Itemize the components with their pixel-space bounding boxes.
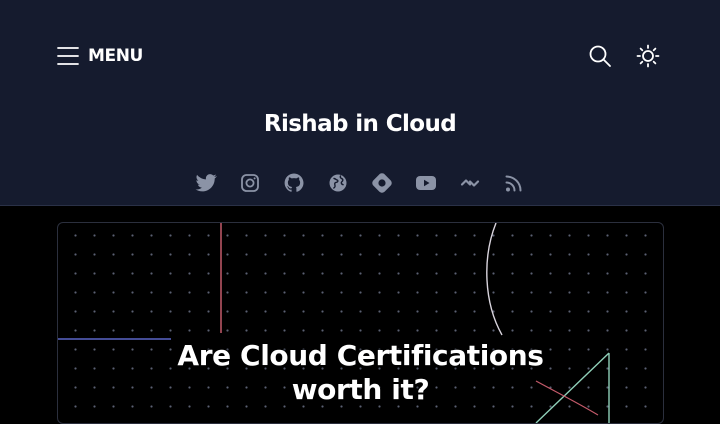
- post-title[interactable]: Are Cloud Certifications worth it?: [58, 339, 663, 407]
- post-title-line1: Are Cloud Certifications: [177, 339, 544, 372]
- twitter-icon: [194, 171, 218, 195]
- theme-toggle-button[interactable]: [636, 44, 660, 68]
- rss-icon: [502, 171, 526, 195]
- youtube-icon: [414, 171, 438, 195]
- website-link[interactable]: [326, 171, 350, 195]
- globe-icon: [326, 171, 350, 195]
- github-link[interactable]: [282, 171, 306, 195]
- social-links: [194, 171, 526, 195]
- site-header: MENU Rishab in Cloud: [0, 0, 720, 206]
- instagram-link[interactable]: [238, 171, 262, 195]
- search-button[interactable]: [588, 44, 612, 68]
- github-icon: [282, 171, 306, 195]
- rss-link[interactable]: [502, 171, 526, 195]
- instagram-icon: [238, 171, 262, 195]
- featured-post-card[interactable]: Are Cloud Certifications worth it?: [57, 222, 664, 424]
- post-title-line2: worth it?: [291, 373, 430, 406]
- hashnode-icon: [370, 171, 394, 195]
- twitter-link[interactable]: [194, 171, 218, 195]
- youtube-link[interactable]: [414, 171, 438, 195]
- hashnode-link[interactable]: [370, 171, 394, 195]
- hamburger-icon: [57, 46, 79, 66]
- dev-link-icon: [458, 171, 482, 195]
- sun-icon: [636, 44, 660, 68]
- dev-link[interactable]: [458, 171, 482, 195]
- search-icon: [588, 44, 612, 68]
- menu-label: MENU: [88, 46, 143, 66]
- menu-button[interactable]: MENU: [57, 44, 143, 68]
- site-title[interactable]: Rishab in Cloud: [0, 111, 720, 137]
